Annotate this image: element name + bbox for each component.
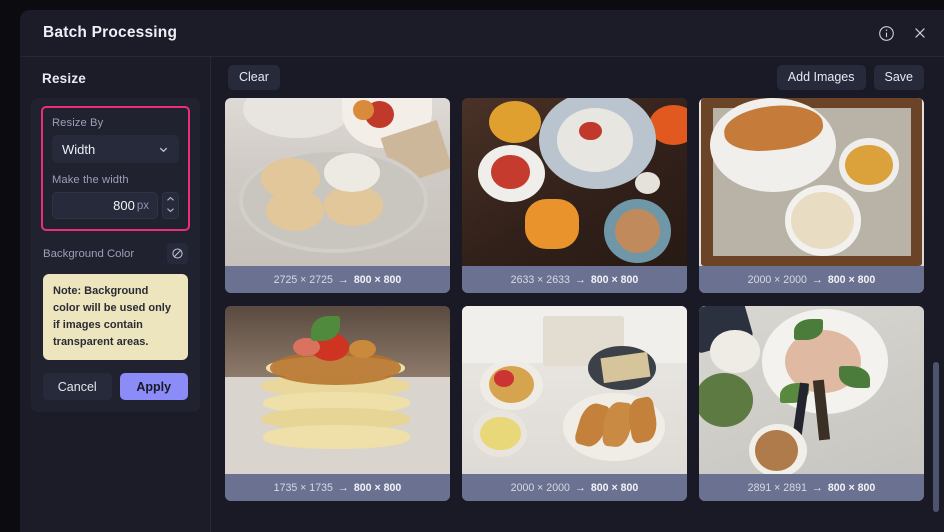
resize-by-label: Resize By bbox=[52, 117, 104, 129]
image-thumbnail[interactable] bbox=[462, 306, 687, 474]
add-images-button[interactable]: Add Images bbox=[776, 64, 866, 91]
batch-processing-dialog: Batch Processing Resize Resize By Width … bbox=[20, 10, 944, 532]
image-card[interactable]: 2000 × 2000 → 800 × 800 bbox=[462, 306, 687, 501]
image-dimensions-caption: 1735 × 1735 → 800 × 800 bbox=[225, 474, 450, 501]
arrow-icon: → bbox=[574, 481, 586, 494]
image-dimensions-caption: 2000 × 2000 → 800 × 800 bbox=[462, 474, 687, 501]
width-input-row: 800 px bbox=[52, 192, 179, 219]
resize-by-select[interactable]: Width bbox=[52, 135, 179, 163]
sidebar-heading: Resize bbox=[42, 71, 86, 86]
images-grid: 2725 × 2725 → 800 × 800 2633 × 2633 → 800 × … bbox=[225, 98, 924, 501]
image-dimensions-caption: 2891 × 2891 → 800 × 800 bbox=[699, 474, 924, 501]
dialog-body: Resize Resize By Width Make the width 80… bbox=[20, 57, 944, 532]
vertical-scrollbar[interactable] bbox=[933, 362, 939, 512]
save-button[interactable]: Save bbox=[873, 64, 924, 91]
image-thumbnail[interactable] bbox=[225, 306, 450, 474]
source-dimensions: 2633 × 2633 bbox=[510, 273, 570, 286]
image-thumbnail[interactable] bbox=[699, 306, 924, 474]
target-dimensions: 800 × 800 bbox=[827, 481, 876, 494]
background-color-row: Background Color bbox=[43, 243, 188, 264]
chevron-down-icon bbox=[158, 144, 169, 155]
dialog-action-buttons: Cancel Apply bbox=[43, 373, 188, 401]
target-dimensions: 800 × 800 bbox=[590, 481, 639, 494]
source-dimensions: 2000 × 2000 bbox=[510, 481, 570, 494]
thumbnail-art bbox=[462, 306, 687, 474]
image-card[interactable]: 2891 × 2891 → 800 × 800 bbox=[699, 306, 924, 501]
images-panel: Clear Add Images Save 2725 × 2725 → 800 × … bbox=[211, 57, 944, 532]
cancel-button[interactable]: Cancel bbox=[43, 373, 112, 401]
thumbnail-art bbox=[225, 306, 450, 474]
source-dimensions: 2000 × 2000 bbox=[747, 273, 807, 286]
resize-settings-highlight: Resize By Width Make the width 800 px bbox=[41, 106, 190, 231]
source-dimensions: 1735 × 1735 bbox=[273, 481, 333, 494]
source-dimensions: 2725 × 2725 bbox=[273, 273, 333, 286]
no-color-icon[interactable] bbox=[167, 243, 188, 264]
image-thumbnail[interactable] bbox=[462, 98, 687, 266]
screen: Batch Processing Resize Resize By Width … bbox=[0, 0, 944, 532]
arrow-icon: → bbox=[337, 273, 349, 286]
info-circle-icon[interactable] bbox=[876, 23, 896, 43]
chevron-up-icon[interactable] bbox=[166, 196, 175, 204]
arrow-icon: → bbox=[337, 481, 349, 494]
thumbnail-art bbox=[699, 98, 924, 266]
thumbnail-art bbox=[225, 98, 450, 266]
target-dimensions: 800 × 800 bbox=[353, 481, 402, 494]
arrow-icon: → bbox=[811, 481, 823, 494]
target-dimensions: 800 × 800 bbox=[827, 273, 876, 286]
target-dimensions: 800 × 800 bbox=[590, 273, 639, 286]
width-stepper[interactable] bbox=[162, 192, 179, 219]
image-dimensions-caption: 2000 × 2000 → 800 × 800 bbox=[699, 266, 924, 293]
width-field-label: Make the width bbox=[52, 174, 129, 186]
clear-button[interactable]: Clear bbox=[228, 64, 280, 91]
image-card[interactable]: 2000 × 2000 → 800 × 800 bbox=[699, 98, 924, 293]
source-dimensions: 2891 × 2891 bbox=[747, 481, 807, 494]
page-title: Batch Processing bbox=[43, 24, 178, 41]
images-scroll-area: 2725 × 2725 → 800 × 800 2633 × 2633 → 800 × … bbox=[211, 98, 944, 532]
dialog-titlebar: Batch Processing bbox=[20, 10, 944, 57]
chevron-down-icon[interactable] bbox=[166, 207, 175, 215]
close-icon[interactable] bbox=[910, 23, 930, 43]
resize-options-card: Resize By Width Make the width 800 px Ba… bbox=[31, 98, 200, 413]
image-thumbnail[interactable] bbox=[699, 98, 924, 266]
width-input[interactable]: 800 px bbox=[52, 192, 158, 219]
image-dimensions-caption: 2633 × 2633 → 800 × 800 bbox=[462, 266, 687, 293]
arrow-icon: → bbox=[811, 273, 823, 286]
resize-by-value: Width bbox=[62, 141, 96, 157]
background-color-label: Background Color bbox=[43, 247, 135, 260]
image-card[interactable]: 2633 × 2633 → 800 × 800 bbox=[462, 98, 687, 293]
thumbnail-art bbox=[699, 306, 924, 474]
image-thumbnail[interactable] bbox=[225, 98, 450, 266]
titlebar-actions bbox=[876, 23, 930, 43]
width-value: 800 bbox=[113, 198, 135, 213]
image-card[interactable]: 1735 × 1735 → 800 × 800 bbox=[225, 306, 450, 501]
images-toolbar: Clear Add Images Save bbox=[211, 57, 944, 98]
background-color-note: Note: Background color will be used only… bbox=[43, 274, 188, 361]
arrow-icon: → bbox=[574, 273, 586, 286]
image-dimensions-caption: 2725 × 2725 → 800 × 800 bbox=[225, 266, 450, 293]
apply-button[interactable]: Apply bbox=[119, 373, 188, 401]
thumbnail-art bbox=[462, 98, 687, 266]
resize-sidebar: Resize Resize By Width Make the width 80… bbox=[20, 57, 211, 532]
width-unit: px bbox=[136, 199, 149, 212]
target-dimensions: 800 × 800 bbox=[353, 273, 402, 286]
image-card[interactable]: 2725 × 2725 → 800 × 800 bbox=[225, 98, 450, 293]
